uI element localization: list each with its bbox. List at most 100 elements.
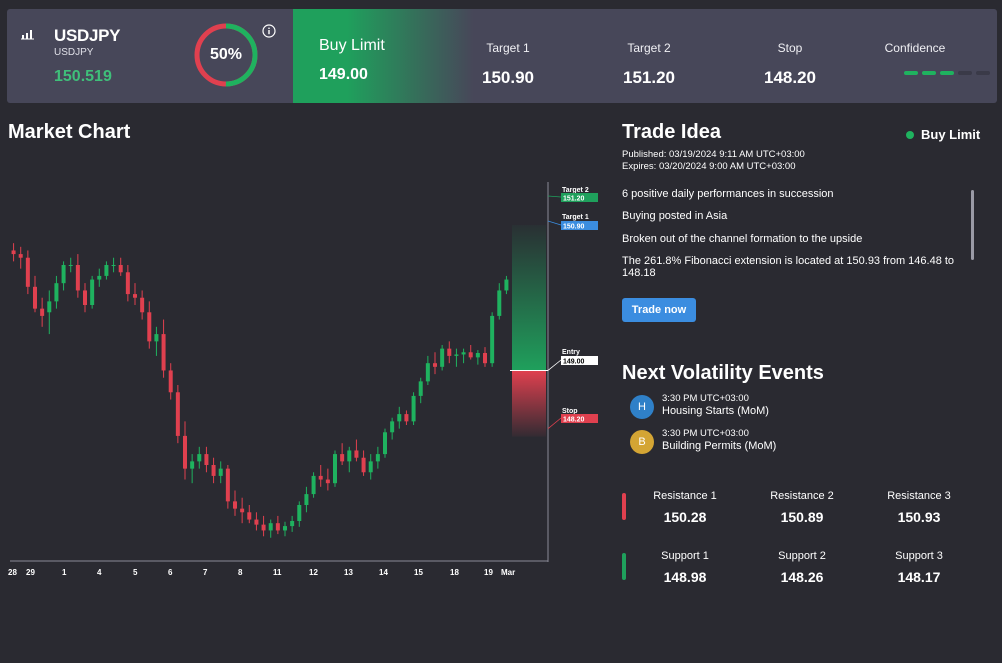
candle-up: [54, 283, 59, 302]
candle-up: [104, 265, 109, 276]
x-tick-label: 14: [379, 568, 388, 577]
support-2: Support 2 148.26: [747, 550, 857, 585]
entry-price: 149.00: [319, 66, 368, 83]
candle-down: [233, 501, 237, 509]
candle-down: [40, 308, 45, 316]
badge-label: Buy Limit: [921, 127, 981, 142]
info-icon[interactable]: [262, 24, 276, 38]
expires-date: Expires: 03/20/2024 9:00 AM UTC+03:00: [622, 161, 796, 172]
stop-value: 148.20: [764, 68, 816, 87]
level-label: Support 2: [778, 550, 826, 562]
level-label: Support 1: [661, 550, 709, 562]
candle-down: [361, 457, 366, 473]
x-tick-label: 15: [414, 568, 423, 577]
x-tick-label: 18: [450, 568, 459, 577]
candle-up: [311, 475, 316, 495]
candle-up: [411, 395, 416, 422]
candle-up: [190, 461, 195, 469]
candle-down: [75, 265, 80, 291]
candle-up: [47, 301, 52, 313]
candle-down: [161, 334, 166, 371]
candle-down: [325, 479, 330, 484]
candle-up: [154, 334, 159, 342]
event-name: Housing Starts (MoM): [662, 405, 769, 417]
candle-up: [397, 414, 402, 422]
candle-down: [83, 290, 87, 305]
candle-down: [168, 370, 173, 393]
event-letter-badge: H: [630, 395, 654, 419]
target1-marker-label: Target 1: [562, 214, 589, 221]
candle-up: [347, 450, 352, 462]
resistance-indicator: [622, 493, 626, 520]
volatility-title: Next Volatility Events: [622, 362, 824, 384]
idea-item: The 261.8% Fibonacci extension is locate…: [622, 255, 955, 279]
confidence-percent: 50%: [209, 46, 243, 63]
support-1: Support 1 148.98: [630, 550, 740, 585]
candle-up: [497, 290, 502, 316]
resistance-3: Resistance 3 150.93: [864, 490, 974, 525]
target1-label: Target 1: [486, 41, 530, 55]
order-panel: Buy Limit 149.00: [293, 9, 473, 103]
candle-up: [390, 421, 395, 433]
candle-down: [11, 250, 16, 255]
candle-up: [504, 279, 509, 291]
symbol-subtitle: USDJPY: [54, 47, 94, 58]
event-time: 3:30 PM UTC+03:00: [662, 428, 749, 439]
candle-up: [383, 432, 387, 455]
candle-up: [490, 315, 495, 364]
candle-up: [333, 454, 337, 484]
stop-column: Stop 148.20: [740, 41, 840, 88]
level-value: 148.17: [897, 569, 941, 585]
entry-marker-value: 149.00: [563, 359, 585, 366]
level-value: 148.26: [780, 569, 824, 585]
target1-value: 150.90: [482, 68, 534, 87]
x-tick-label: 5: [133, 568, 138, 577]
candle-down: [468, 352, 473, 358]
confidence-dash-filled: [922, 71, 936, 75]
confidence-dash-empty: [958, 71, 972, 75]
order-type-badge: Buy Limit: [906, 127, 980, 142]
ideas-scrollbar[interactable]: [971, 190, 974, 260]
current-price: 150.519: [54, 68, 112, 85]
candle-down: [433, 363, 437, 367]
candle-down: [247, 512, 252, 520]
candle-up: [461, 352, 466, 355]
x-tick-label: 28: [8, 568, 17, 577]
candle-down: [447, 348, 452, 356]
trade-now-button[interactable]: Trade now: [622, 298, 696, 322]
entry-marker-label: Entry: [562, 349, 580, 356]
target-zone: [512, 225, 546, 371]
confidence-dash-filled: [940, 71, 954, 75]
candle-down: [204, 454, 209, 465]
x-tick-label: 19: [484, 568, 493, 577]
x-tick-label: 12: [309, 568, 318, 577]
target2-marker-label: Target 2: [562, 187, 589, 194]
entry-marker-connector: [547, 359, 562, 371]
x-tick-label: 11: [273, 568, 282, 577]
level-value: 150.93: [897, 509, 941, 525]
candle-up: [97, 275, 102, 280]
confidence-dash-empty: [976, 71, 990, 75]
candle-up: [61, 265, 66, 284]
x-tick-label: 8: [238, 568, 243, 577]
candle-down: [275, 523, 280, 531]
level-label: Resistance 1: [653, 490, 717, 502]
published-date: Published: 03/19/2024 9:11 AM UTC+03:00: [622, 149, 805, 160]
order-type: Buy Limit: [319, 37, 385, 54]
confidence-dash-filled: [904, 71, 918, 75]
candle-down: [225, 468, 230, 502]
candle-up: [68, 265, 73, 266]
status-dot: [906, 130, 914, 139]
idea-item: Buying posted in Asia: [622, 210, 728, 222]
target1-marker-value: 150.90: [563, 224, 585, 231]
stop-marker-label: Stop: [562, 408, 578, 415]
candlestick-chart[interactable]: Target 2 151.20 Target 1 150.90 Entry 149.00 S…: [0, 170, 600, 570]
target1-marker-connector: [547, 220, 562, 226]
support-indicator: [622, 553, 626, 580]
level-value: 148.98: [663, 569, 707, 585]
candle-down: [33, 286, 37, 309]
candle-down: [340, 454, 345, 462]
resistance-2: Resistance 2 150.89: [747, 490, 857, 525]
target2-column: Target 2 151.20: [599, 41, 699, 88]
stop-marker-connector: [547, 417, 562, 429]
